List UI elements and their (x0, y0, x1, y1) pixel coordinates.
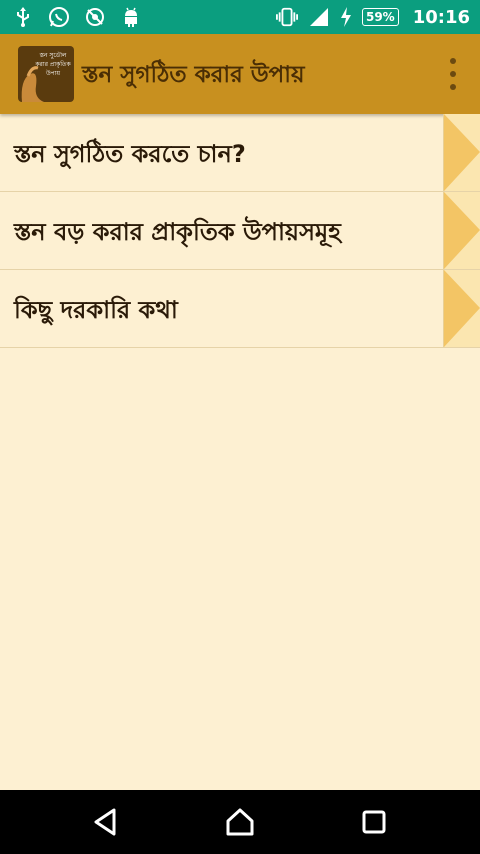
recents-button[interactable] (358, 806, 390, 838)
chevron-right-icon (443, 192, 480, 269)
back-icon (94, 808, 116, 836)
recents-icon (362, 810, 386, 834)
usb-icon (12, 6, 34, 28)
chevron-right-icon (443, 270, 480, 347)
chevron-right-icon (443, 114, 480, 191)
app-bar: স্তন সুডৌল করার প্রাকৃতিক উপায় স্তন সুগ… (0, 34, 480, 114)
back-button[interactable] (90, 806, 122, 838)
charging-icon (340, 6, 352, 28)
vibrate-icon (275, 6, 298, 28)
list-item[interactable]: কিছু দরকারি কথা (0, 270, 480, 348)
list-item-label: কিছু দরকারি কথা (14, 296, 178, 324)
app-logo-text: স্তন সুডৌল করার প্রাকৃতিক উপায় (35, 52, 71, 77)
overflow-dot-icon (450, 84, 456, 90)
battery-level: 59% (361, 8, 399, 26)
topic-list: স্তন সুগঠিত করতে চান? স্তন বড় করার প্রা… (0, 114, 480, 348)
app-title: স্তন সুগঠিত করার উপায় (82, 62, 305, 88)
sync-off-icon (84, 6, 106, 28)
navigation-bar (0, 790, 480, 854)
list-item-label: স্তন সুগঠিত করতে চান? (14, 140, 246, 168)
app-logo: স্তন সুডৌল করার প্রাকৃতিক উপায় (18, 46, 74, 102)
list-item[interactable]: স্তন সুগঠিত করতে চান? (0, 114, 480, 192)
signal-icon (308, 6, 330, 28)
overflow-dot-icon (450, 58, 456, 64)
home-icon (226, 808, 254, 836)
whatsapp-icon (48, 6, 70, 28)
status-bar: 59% 10:16 (0, 0, 480, 34)
overflow-menu-button[interactable] (448, 58, 458, 90)
android-debug-icon (120, 6, 142, 28)
overflow-dot-icon (450, 71, 456, 77)
clock: 10:16 (412, 6, 470, 28)
home-button[interactable] (224, 806, 256, 838)
list-item[interactable]: স্তন বড় করার প্রাকৃতিক উপায়সমূহ (0, 192, 480, 270)
list-item-label: স্তন বড় করার প্রাকৃতিক উপায়সমূহ (14, 218, 341, 246)
